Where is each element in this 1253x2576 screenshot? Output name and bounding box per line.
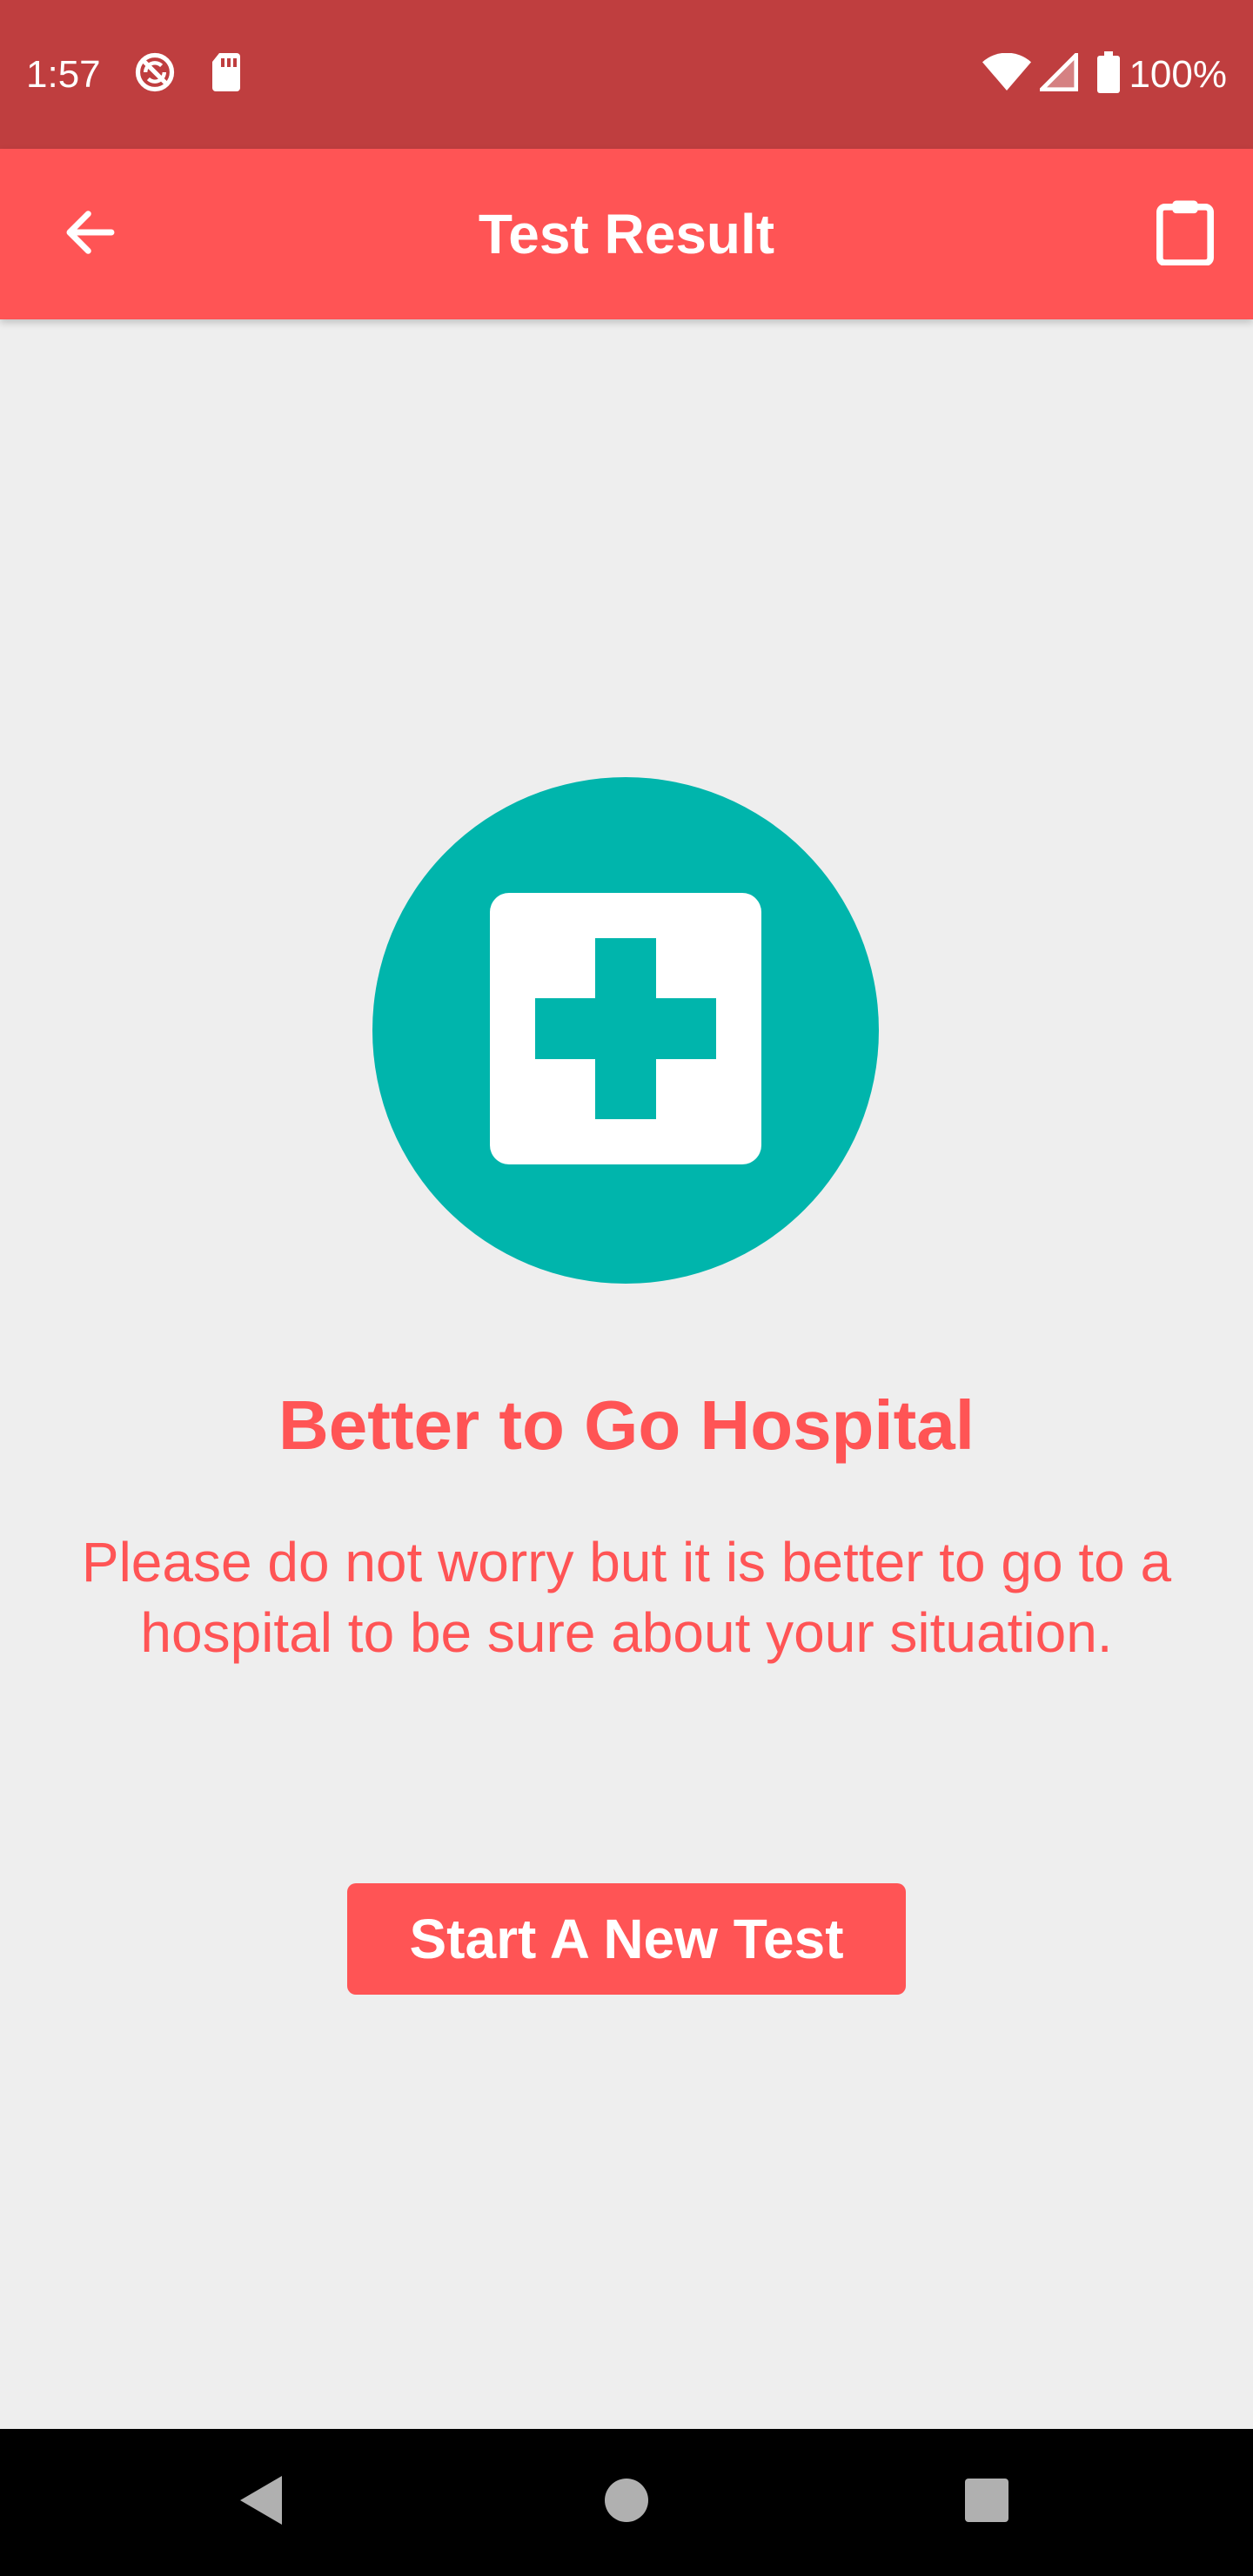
status-bar: 1:57 100% — [0, 0, 1253, 149]
cell-signal-icon — [1036, 50, 1079, 96]
nav-home-button[interactable] — [574, 2451, 679, 2555]
battery-percent: 100% — [1129, 52, 1227, 96]
result-title: Better to Go Hospital — [278, 1386, 975, 1464]
clipboard-button[interactable] — [1143, 192, 1227, 276]
sync-off-icon — [132, 50, 178, 99]
nav-back-button[interactable] — [209, 2451, 313, 2555]
home-circle-icon — [604, 2478, 649, 2527]
status-right: 100% — [982, 50, 1227, 97]
arrow-back-icon — [63, 205, 118, 265]
battery-icon — [1097, 51, 1121, 97]
recents-square-icon — [964, 2478, 1009, 2527]
status-left: 1:57 — [26, 50, 244, 99]
back-button[interactable] — [49, 192, 132, 276]
start-new-test-button[interactable]: Start A New Test — [347, 1883, 906, 1995]
system-nav-bar — [0, 2429, 1253, 2576]
app-bar: Test Result — [0, 149, 1253, 319]
result-content: Better to Go Hospital Please do not worr… — [0, 319, 1253, 2429]
sd-card-icon — [209, 51, 244, 97]
result-message: Please do not worry but it is better to … — [81, 1531, 1172, 1664]
clipboard-icon — [1155, 199, 1216, 270]
status-time: 1:57 — [26, 52, 101, 96]
back-triangle-icon — [237, 2474, 285, 2531]
hospital-cross-icon — [490, 892, 761, 1169]
nav-recents-button[interactable] — [935, 2451, 1039, 2555]
wifi-icon — [982, 52, 1032, 96]
hospital-badge — [372, 777, 879, 1284]
page-title: Test Result — [478, 203, 775, 265]
